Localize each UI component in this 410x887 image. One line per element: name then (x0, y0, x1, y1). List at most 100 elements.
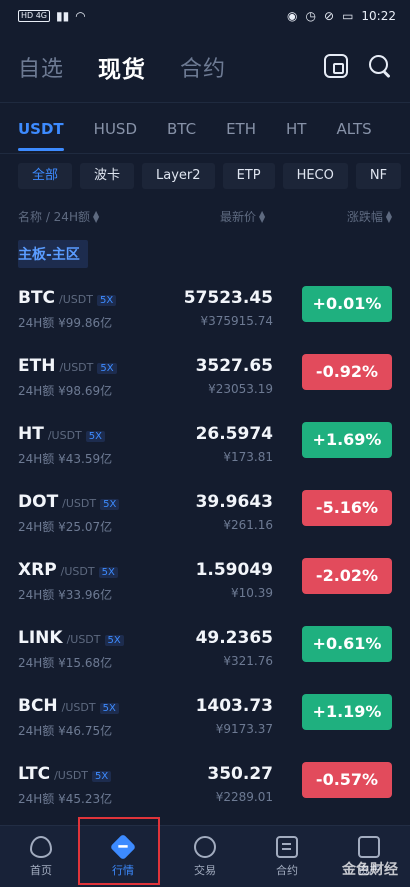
change-badge[interactable]: +1.69% (302, 422, 392, 458)
change-badge[interactable]: +0.01% (302, 286, 392, 322)
leverage-badge: 5X (85, 431, 105, 442)
flame-icon (30, 835, 52, 858)
chip-heco[interactable]: HECO (282, 163, 348, 189)
chip-layer2[interactable]: Layer2 (142, 163, 215, 189)
cny-price: ¥2289.01 (215, 790, 273, 804)
change-badge[interactable]: -0.57% (302, 762, 392, 798)
quote-pair: /USDT (59, 361, 94, 374)
eye-icon: ◉ (287, 9, 298, 23)
network-badge: HD 4G (18, 10, 51, 22)
cny-price: ¥23053.19 (208, 382, 273, 396)
volume-24h: 24H额 ¥25.07亿 (18, 520, 113, 534)
filter-chips: 全部 波卡 Layer2 ETP HECO NF (0, 154, 410, 198)
cny-price: ¥321.76 (223, 654, 273, 668)
last-price: 1403.73 (195, 696, 273, 716)
alarm-icon: ◷ (305, 9, 316, 23)
cny-price: ¥375915.74 (200, 314, 273, 328)
symbol: BTC/USDT 5X (18, 288, 117, 308)
volume-24h: 24H额 ¥43.59亿 (18, 452, 113, 466)
quote-pair: /USDT (59, 293, 93, 306)
symbol: LTC/USDT 5X (18, 764, 112, 784)
wallet-icon (358, 835, 380, 858)
quote-pair: /USDT (62, 497, 97, 510)
change-badge[interactable]: -0.92% (302, 354, 392, 390)
last-price: 39.9643 (195, 492, 273, 512)
quote-pair: /USDT (54, 769, 89, 782)
market-row[interactable]: XRP/USDT 5X 24H额 ¥33.96亿 1.59049 ¥10.39 -2.02… (0, 546, 410, 614)
tab-husd[interactable]: HUSD (94, 103, 137, 153)
tab-contract[interactable]: 合约 (180, 51, 226, 83)
leverage-badge: 5X (97, 363, 117, 374)
change-badge[interactable]: +0.61% (302, 626, 392, 662)
signal-icon: ▮▮ (56, 9, 70, 23)
volume-24h: 24H额 ¥15.68亿 (18, 656, 113, 670)
change-badge[interactable]: -2.02% (302, 558, 392, 594)
last-price: 57523.45 (183, 288, 273, 308)
volume-24h: 24H额 ¥33.96亿 (18, 588, 113, 602)
change-badge[interactable]: -5.16% (302, 490, 392, 526)
leverage-badge: 5X (92, 771, 112, 782)
quote-pair: /USDT (47, 429, 82, 442)
sort-icon: ▲ ▼ (92, 209, 100, 224)
cny-price: ¥9173.37 (215, 722, 273, 736)
mute-icon: ⊘ (324, 9, 335, 23)
last-price: 3527.65 (195, 356, 273, 376)
sort-by-change[interactable]: 涨跌幅 ▲ ▼ (347, 208, 392, 225)
nav-trade[interactable]: 交易 (164, 826, 246, 887)
tab-alts[interactable]: ALTS (336, 103, 371, 153)
tab-favorites[interactable]: 自选 (18, 51, 64, 83)
leverage-badge: 5X (104, 635, 124, 646)
chip-all[interactable]: 全部 (18, 163, 73, 189)
tab-eth[interactable]: ETH (226, 103, 256, 153)
quote-pair: /USDT (60, 565, 95, 578)
sort-by-price[interactable]: 最新价 ▲ ▼ (220, 208, 265, 225)
symbol: BCH/USDT 5X (18, 696, 119, 716)
last-price: 350.27 (207, 764, 273, 784)
tab-ht[interactable]: HT (286, 103, 306, 153)
tab-spot[interactable]: 现货 (98, 50, 146, 84)
chip-polkadot[interactable]: 波卡 (80, 163, 135, 189)
market-row[interactable]: HT/USDT 5X 24H额 ¥43.59亿 26.5974 ¥173.81 +1.69… (0, 410, 410, 478)
nav-home[interactable]: 首页 (0, 826, 82, 887)
cny-price: ¥261.16 (223, 518, 273, 532)
market-row[interactable]: LTC/USDT 5X 24H额 ¥45.23亿 350.27 ¥2289.01 -0.5… (0, 750, 410, 818)
cny-price: ¥173.81 (223, 450, 273, 464)
chip-nft[interactable]: NF (355, 163, 402, 189)
tab-usdt[interactable]: USDT (18, 103, 64, 153)
search-icon[interactable] (368, 54, 392, 78)
market-row[interactable]: LINK/USDT 5X 24H额 ¥15.68亿 49.2365 ¥321.76 +0.… (0, 614, 410, 682)
market-list: BTC/USDT 5X 24H额 ¥99.86亿 57523.45 ¥375915.74… (0, 274, 410, 818)
volume-24h: 24H额 ¥46.75亿 (18, 724, 113, 738)
last-price: 49.2365 (195, 628, 273, 648)
volume-24h: 24H额 ¥99.86亿 (18, 316, 113, 330)
tab-btc[interactable]: BTC (167, 103, 196, 153)
change-badge[interactable]: +1.19% (302, 694, 392, 730)
list-header: 名称 / 24H额 ▲ ▼ 最新价 ▲ ▼ 涨跌幅 ▲ ▼ (0, 198, 410, 234)
sort-icon: ▲ ▼ (259, 209, 266, 224)
leverage-badge: 5X (98, 567, 118, 578)
nav-contract[interactable]: 合约 (246, 826, 328, 887)
leverage-badge: 5X (100, 499, 120, 510)
battery-icon: ▭ (342, 9, 354, 23)
quote-currency-tabs: USDT HUSD BTC ETH HT ALTS (0, 103, 410, 153)
contract-icon (276, 835, 298, 858)
market-type-tabs: 自选 现货 合约 (0, 32, 410, 102)
chip-etp[interactable]: ETP (222, 163, 275, 189)
symbol: HT/USDT 5X (18, 424, 105, 444)
market-row[interactable]: ETH/USDT 5X 24H额 ¥98.69亿 3527.65 ¥23053.19 -0… (0, 342, 410, 410)
symbol: DOT/USDT 5X (18, 492, 120, 512)
section-label: 主板-主区 (18, 240, 88, 268)
market-row[interactable]: BTC/USDT 5X 24H额 ¥99.86亿 57523.45 ¥375915.74… (0, 274, 410, 342)
highlight-box (78, 817, 160, 885)
trade-icon (194, 835, 216, 858)
edit-favorites-icon[interactable] (324, 54, 348, 78)
last-price: 1.59049 (195, 560, 273, 580)
section-header: 主板-主区 (0, 234, 410, 274)
market-row[interactable]: DOT/USDT 5X 24H额 ¥25.07亿 39.9643 ¥261.16 -5.1… (0, 478, 410, 546)
market-row[interactable]: BCH/USDT 5X 24H额 ¥46.75亿 1403.73 ¥9173.37 +1.… (0, 682, 410, 750)
leverage-badge: 5X (96, 295, 117, 306)
symbol: ETH/USDT 5X (18, 356, 117, 376)
sort-by-name[interactable]: 名称 / 24H额 ▲ ▼ (18, 208, 99, 225)
watermark: 金色财经 (342, 862, 398, 878)
wifi-icon: ◠ (75, 9, 86, 23)
